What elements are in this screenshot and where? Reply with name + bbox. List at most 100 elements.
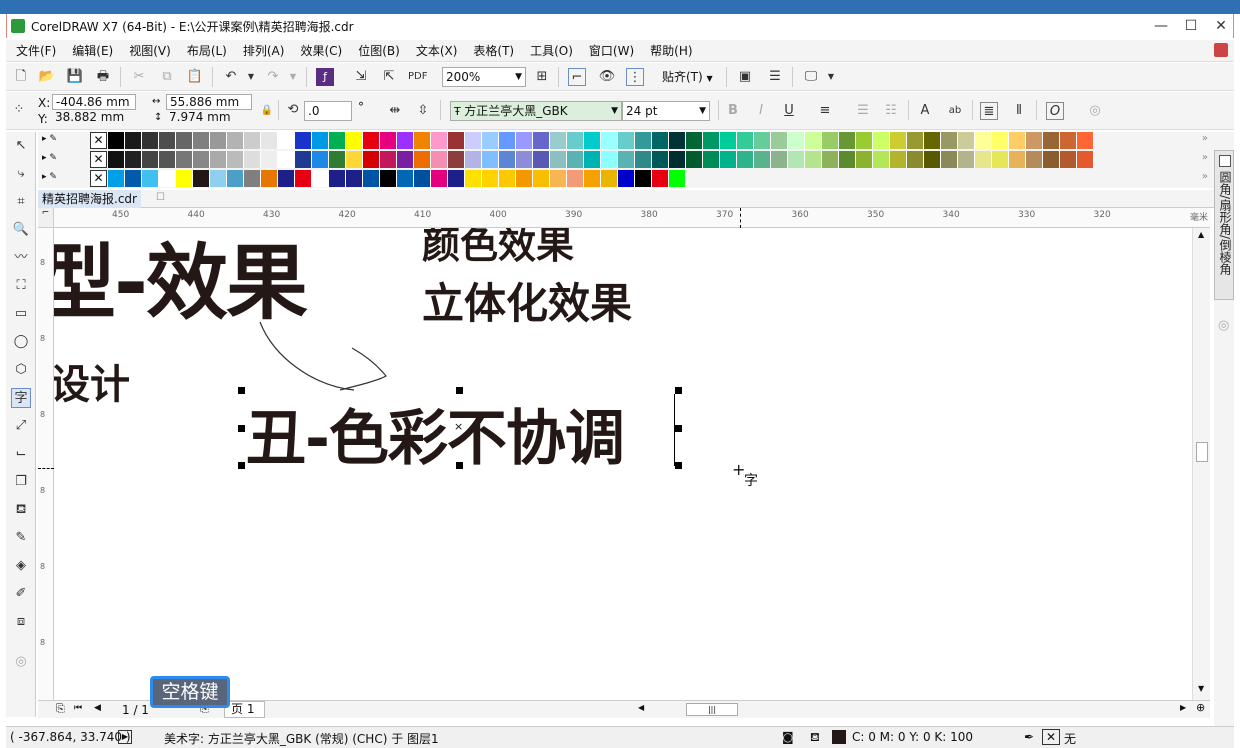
color-swatch[interactable] (261, 151, 278, 168)
color-swatch[interactable] (924, 132, 941, 149)
color-swatch[interactable] (1009, 151, 1026, 168)
color-swatch[interactable] (873, 151, 890, 168)
new-document-icon[interactable]: 🗋 (12, 68, 30, 86)
no-color-swatch[interactable]: ✕ (90, 170, 107, 187)
bold-icon[interactable]: B (724, 102, 742, 120)
color-swatch[interactable] (244, 132, 261, 149)
menu-item-4[interactable]: 排列(A) (235, 40, 293, 62)
color-swatch[interactable] (295, 170, 312, 187)
zoom-tool-icon[interactable]: 🔍 (11, 220, 31, 240)
document-tab[interactable]: 精英招聘海报.cdr (38, 190, 141, 208)
color-swatch[interactable] (669, 132, 686, 149)
color-swatch[interactable] (142, 151, 159, 168)
color-swatch[interactable] (1009, 132, 1026, 149)
undo-icon[interactable]: ↶ (222, 68, 240, 86)
mirror-horizontal-icon[interactable]: ⇹ (386, 102, 404, 120)
color-swatch[interactable] (499, 151, 516, 168)
menu-item-10[interactable]: 窗口(W) (581, 40, 642, 62)
color-swatch[interactable] (805, 132, 822, 149)
status-arrow-icon[interactable]: ▶ (118, 730, 132, 744)
color-swatch[interactable] (737, 151, 754, 168)
selection-handle[interactable] (456, 462, 463, 469)
fill-swatch[interactable] (832, 730, 846, 744)
color-swatch[interactable] (142, 170, 159, 187)
color-swatch[interactable] (737, 132, 754, 149)
color-swatch[interactable] (567, 151, 584, 168)
underline-icon[interactable]: U (780, 102, 798, 120)
color-swatch[interactable] (210, 132, 227, 149)
color-swatch[interactable] (261, 132, 278, 149)
color-swatch[interactable] (159, 132, 176, 149)
color-swatch[interactable] (720, 151, 737, 168)
zoom-nav-icon[interactable]: ⊕ (1196, 701, 1205, 714)
color-swatch[interactable] (652, 170, 669, 187)
prev-page-icon[interactable]: ◀ (94, 703, 101, 713)
color-swatch[interactable] (669, 151, 686, 168)
color-swatch[interactable] (278, 132, 295, 149)
connector-tool-icon[interactable]: ⌙ (11, 444, 31, 464)
color-swatch[interactable] (465, 170, 482, 187)
color-swatch[interactable] (346, 151, 363, 168)
color-swatch[interactable] (635, 170, 652, 187)
color-swatch[interactable] (584, 151, 601, 168)
color-swatch[interactable] (856, 151, 873, 168)
color-swatch[interactable] (652, 151, 669, 168)
color-swatch[interactable] (890, 132, 907, 149)
color-swatch[interactable] (601, 151, 618, 168)
interactive-oc-icon[interactable]: O (1046, 102, 1064, 120)
color-swatch[interactable] (346, 170, 363, 187)
color-swatch[interactable] (686, 151, 703, 168)
menu-item-8[interactable]: 表格(T) (465, 40, 522, 62)
palette-scroll-icon[interactable]: » (1202, 133, 1208, 144)
maximize-button[interactable]: ☐ (1176, 14, 1206, 38)
color-swatch[interactable] (380, 151, 397, 168)
color-swatch[interactable] (652, 132, 669, 149)
redo-dropdown-icon[interactable]: ▼ (284, 68, 302, 86)
color-swatch[interactable] (550, 132, 567, 149)
quick-customize-tool-icon[interactable]: ◎ (11, 652, 31, 672)
color-swatch[interactable] (346, 132, 363, 149)
drop-shadow-icon[interactable]: ❐ (11, 472, 31, 492)
curved-arrow[interactable] (254, 318, 454, 398)
text-align-icon[interactable]: ≡ (816, 102, 834, 120)
color-swatch[interactable] (261, 170, 278, 187)
tab-close-icon[interactable]: ☐ (156, 192, 165, 203)
color-swatch[interactable] (958, 151, 975, 168)
color-swatch[interactable] (958, 132, 975, 149)
color-swatch[interactable] (125, 132, 142, 149)
color-swatch[interactable] (244, 151, 261, 168)
color-swatch[interactable] (720, 132, 737, 149)
color-swatch[interactable] (567, 132, 584, 149)
x-position-field[interactable]: -404.86 mm (52, 94, 136, 110)
color-swatch[interactable] (125, 170, 142, 187)
color-swatch[interactable] (329, 170, 346, 187)
redo-icon[interactable]: ↷ (264, 68, 282, 86)
snap-to-button[interactable]: 贴齐(T) ▼ (662, 68, 713, 86)
page-options-icon[interactable]: ⎘ (56, 702, 65, 716)
copy-icon[interactable]: ⧉ (158, 68, 176, 86)
rotation-field[interactable]: .0 (304, 101, 352, 121)
canvas-text-color-effect[interactable]: 颜色效果 (422, 228, 574, 269)
selection-handle[interactable] (238, 387, 245, 394)
menu-item-1[interactable]: 编辑(E) (64, 40, 121, 62)
height-field[interactable]: 7.974 mm (166, 110, 252, 126)
rulers-icon[interactable]: ⌐ (568, 68, 586, 86)
transparency-icon[interactable]: ⛾ (11, 500, 31, 520)
color-swatch[interactable] (1026, 151, 1043, 168)
color-swatch[interactable] (414, 151, 431, 168)
rotate-icon[interactable]: ⟲ (284, 101, 302, 119)
color-swatch[interactable] (907, 151, 924, 168)
color-swatch[interactable] (533, 151, 550, 168)
color-swatch[interactable] (329, 151, 346, 168)
color-swatch[interactable] (754, 132, 771, 149)
color-swatch[interactable] (125, 151, 142, 168)
color-swatch[interactable] (431, 132, 448, 149)
vertical-text-icon[interactable]: ⦀ (1010, 102, 1028, 120)
monitor-icon[interactable]: 🖵 (802, 68, 820, 86)
color-swatch[interactable] (278, 151, 295, 168)
color-swatch[interactable] (533, 170, 550, 187)
color-swatch[interactable] (380, 170, 397, 187)
guidelines-icon[interactable]: ⋮ (626, 68, 644, 86)
color-swatch[interactable] (601, 170, 618, 187)
color-swatch[interactable] (567, 170, 584, 187)
